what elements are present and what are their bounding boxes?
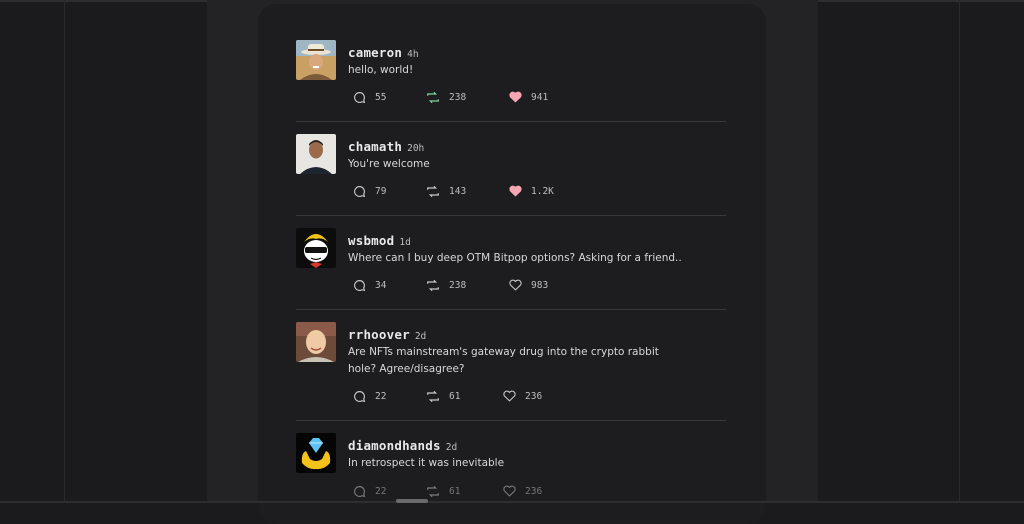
post-time: 1d — [399, 237, 411, 248]
reply-icon — [354, 390, 366, 402]
heart-icon — [509, 279, 522, 291]
reply-icon — [354, 279, 366, 291]
divider — [296, 121, 726, 122]
post-time: 2d — [445, 442, 458, 453]
reply-button[interactable]: 22 — [353, 389, 386, 403]
like-count: 941 — [531, 91, 549, 103]
scrollbar-thumb[interactable] — [396, 499, 428, 503]
like-count: 983 — [531, 279, 549, 291]
repost-button[interactable]: 61 — [426, 484, 460, 498]
like-count: 1.2K — [531, 185, 554, 197]
post-actions: 79 143 1.2K — [353, 184, 713, 198]
divider — [296, 420, 726, 421]
repost-count: 61 — [449, 390, 461, 402]
repost-count: 143 — [449, 185, 467, 197]
post-text: You're welcome — [348, 158, 430, 170]
divider — [296, 215, 726, 216]
post-username[interactable]: diamondhands — [348, 438, 441, 453]
avatar-wsbmod[interactable] — [296, 228, 336, 268]
like-count: 236 — [525, 485, 543, 497]
reply-icon — [354, 185, 366, 197]
post-actions: 55 238 941 — [353, 90, 713, 104]
post-actions: 22 61 236 — [353, 484, 713, 498]
like-button[interactable]: 236 — [503, 389, 542, 403]
avatar-cameron[interactable] — [296, 40, 336, 80]
post-text: Where can I buy deep OTM Bitpop options?… — [348, 252, 682, 264]
repost-button[interactable]: 61 — [426, 389, 460, 403]
like-button[interactable]: 236 — [503, 484, 542, 498]
repost-icon — [427, 485, 439, 497]
post-time: 20h — [407, 143, 425, 154]
repost-icon — [427, 185, 439, 197]
post-username[interactable]: rrhoover — [348, 327, 410, 342]
repost-button[interactable]: 143 — [426, 184, 466, 198]
heart-icon — [509, 91, 522, 103]
reply-icon — [354, 485, 366, 497]
repost-icon — [427, 91, 439, 103]
avatar-chamath[interactable] — [296, 134, 336, 174]
post-username[interactable]: wsbmod — [348, 233, 394, 248]
reply-count: 22 — [375, 485, 387, 497]
reply-button[interactable]: 34 — [353, 278, 386, 292]
repost-button[interactable]: 238 — [426, 278, 466, 292]
like-button[interactable]: 983 — [509, 278, 548, 292]
post-actions: 34 238 983 — [353, 278, 713, 292]
reply-button[interactable]: 79 — [353, 184, 386, 198]
heart-icon — [503, 390, 516, 402]
reply-count: 79 — [375, 185, 387, 197]
avatar-diamondhands[interactable] — [296, 433, 336, 473]
like-count: 236 — [525, 390, 543, 402]
reply-count: 34 — [375, 279, 387, 291]
heart-icon — [503, 485, 516, 497]
reply-count: 55 — [375, 91, 387, 103]
repost-button[interactable]: 238 — [426, 90, 466, 104]
avatar-rrhoover[interactable] — [296, 322, 336, 362]
repost-count: 61 — [449, 485, 461, 497]
reply-button[interactable]: 55 — [353, 90, 386, 104]
divider — [296, 309, 726, 310]
reply-icon — [354, 91, 366, 103]
reply-count: 22 — [375, 390, 387, 402]
post-text: hello, world! — [348, 64, 414, 76]
post-actions: 22 61 236 — [353, 389, 713, 403]
repost-count: 238 — [449, 279, 467, 291]
post-time: 2d — [414, 331, 427, 342]
left-rail — [64, 0, 65, 503]
like-button[interactable]: 941 — [509, 90, 548, 104]
like-button[interactable]: 1.2K — [509, 184, 554, 198]
right-rail — [959, 0, 960, 503]
post-username[interactable]: cameron — [348, 45, 402, 60]
post-time: 4h — [407, 49, 419, 60]
post-username[interactable]: chamath — [348, 139, 402, 154]
repost-icon — [427, 279, 439, 291]
repost-count: 238 — [449, 91, 467, 103]
post-text: Are NFTs mainstream's gateway drug into … — [348, 346, 659, 375]
repost-icon — [427, 390, 439, 402]
reply-button[interactable]: 22 — [353, 484, 386, 498]
heart-icon — [509, 185, 522, 197]
post-text: In retrospect it was inevitable — [348, 457, 505, 469]
